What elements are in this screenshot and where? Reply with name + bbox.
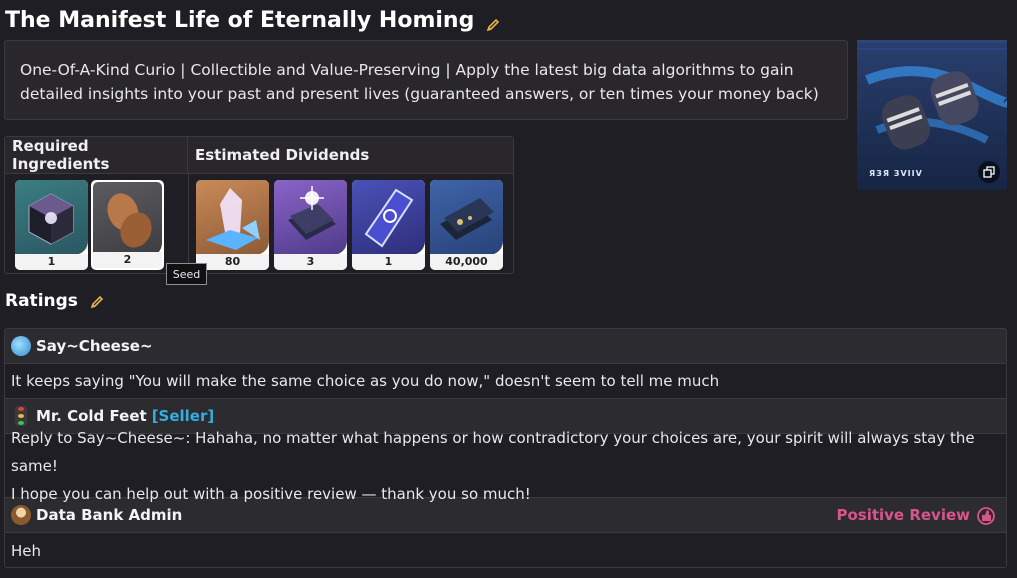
pass-icon xyxy=(352,180,425,255)
ingredients-body: 1 2 80 3 1 40,000 xyxy=(5,174,513,274)
positive-review-badge: Positive Review xyxy=(836,505,996,525)
item-qty: 1 xyxy=(352,254,425,270)
ingredients-table: Required Ingredients Estimated Dividends… xyxy=(4,136,514,274)
required-ingredients-header: Required Ingredients xyxy=(5,137,188,173)
review-author-row: Say~Cheese~ xyxy=(5,329,1006,364)
ratings-title: Ratings xyxy=(5,291,78,311)
item-seed[interactable]: 2 xyxy=(91,180,164,270)
ratings-header: Ratings xyxy=(5,288,104,314)
review-author[interactable]: Say~Cheese~ xyxy=(36,337,153,355)
positive-review-label: Positive Review xyxy=(836,506,970,524)
review-text-row: Heh xyxy=(5,533,1006,567)
item-credit-cards[interactable]: 40,000 xyxy=(430,180,503,270)
description-box: One-Of-A-Kind Curio | Collectible and Va… xyxy=(4,40,848,120)
item-book[interactable]: 3 xyxy=(274,180,347,270)
reviews-table: Say~Cheese~ It keeps saying "You will ma… xyxy=(4,328,1007,568)
crystal-icon xyxy=(196,180,269,255)
cube-icon xyxy=(15,180,88,255)
item-qty: 3 xyxy=(274,254,347,270)
review-author[interactable]: Mr. Cold Feet xyxy=(36,407,147,425)
thumbnail-caption: ЯЗЯ ЗVIIV xyxy=(869,169,923,178)
review-text: Heh xyxy=(11,541,42,560)
item-qty: 1 xyxy=(15,254,88,270)
blue-ball-avatar xyxy=(11,336,31,356)
seed-icon xyxy=(93,182,162,257)
estimated-dividends-header: Estimated Dividends xyxy=(195,146,370,164)
review-text-line: Reply to Say~Cheese~: Hahaha, no matter … xyxy=(11,428,975,475)
item-crystal[interactable]: 80 xyxy=(196,180,269,270)
credit-cards-icon xyxy=(430,180,503,255)
seed-tooltip: Seed xyxy=(166,263,207,285)
review-text-line: I hope you can help out with a positive … xyxy=(11,484,531,503)
ingredients-header: Required Ingredients Estimated Dividends xyxy=(5,137,513,174)
review-text: It keeps saying "You will make the same … xyxy=(11,372,720,390)
expand-icon[interactable] xyxy=(978,161,1000,183)
item-qty: 40,000 xyxy=(430,254,503,270)
item-cube[interactable]: 1 xyxy=(15,180,88,270)
review-author[interactable]: Data Bank Admin xyxy=(36,506,182,524)
book-icon xyxy=(274,180,347,255)
column-divider xyxy=(188,174,189,274)
item-pass[interactable]: 1 xyxy=(352,180,425,270)
page-title: The Manifest Life of Eternally Homing xyxy=(5,7,475,33)
item-thumbnail[interactable]: ЯЗЯ ЗVIIV xyxy=(857,40,1007,190)
item-qty: 2 xyxy=(93,252,162,268)
seller-tag: [Seller] xyxy=(151,407,215,425)
pencil-icon[interactable] xyxy=(486,13,500,32)
thumbs-up-icon xyxy=(977,507,995,525)
description-text: One-Of-A-Kind Curio | Collectible and Va… xyxy=(20,61,819,103)
admin-avatar xyxy=(11,505,31,525)
pencil-icon[interactable] xyxy=(90,294,104,309)
review-text-row: It keeps saying "You will make the same … xyxy=(5,364,1006,399)
review-text-row: Reply to Say~Cheese~: Hahaha, no matter … xyxy=(5,429,1006,503)
page-title-row: The Manifest Life of Eternally Homing xyxy=(5,5,500,35)
